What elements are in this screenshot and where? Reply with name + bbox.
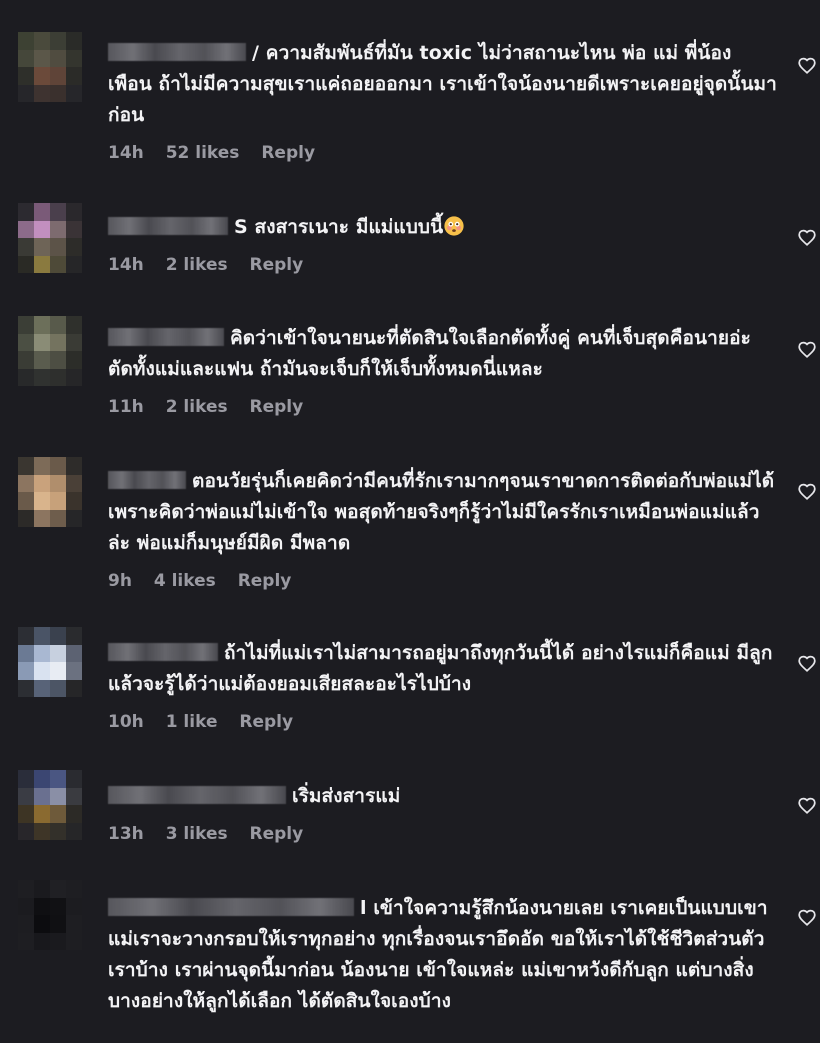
avatar[interactable] (18, 627, 82, 697)
comment-meta: 13h 3 likes Reply (108, 822, 780, 846)
comment-likes[interactable]: 2 likes (166, 255, 228, 275)
heart-outline-icon[interactable] (796, 480, 818, 502)
reply-button[interactable]: Reply (239, 712, 293, 732)
comment-text: ถ้าไม่ที่แม่เราไม่สามารถอยู่มาถึงทุกวันน… (108, 642, 773, 695)
comment-meta: 9h 4 likes Reply (108, 569, 780, 593)
username[interactable] (108, 471, 186, 489)
heart-outline-icon[interactable] (796, 226, 818, 248)
comment-time: 11h (108, 397, 144, 417)
comment-meta: 10h 1 like Reply (108, 710, 780, 734)
comment-meta: 14h 52 likes Reply (108, 141, 780, 165)
username[interactable] (108, 43, 246, 61)
comment-likes[interactable]: 2 likes (166, 397, 228, 417)
heart-outline-icon[interactable] (796, 54, 818, 76)
comment-likes[interactable]: 52 likes (166, 143, 240, 163)
reply-button[interactable]: Reply (261, 143, 315, 163)
comment-time: 14h (108, 143, 144, 163)
reply-button[interactable]: Reply (238, 571, 292, 591)
comment-time: 9h (108, 571, 132, 591)
comment-time: 13h (108, 824, 144, 844)
username[interactable] (108, 217, 228, 235)
username[interactable] (108, 786, 286, 804)
comment-text: / ความสัมพันธ์ที่มัน toxic ไม่ว่าสถานะไห… (108, 42, 777, 126)
username[interactable] (108, 328, 224, 346)
comment-time: 14h (108, 255, 144, 275)
comment-meta: 11h 2 likes Reply (108, 395, 780, 419)
reply-button[interactable]: Reply (250, 397, 304, 417)
heart-outline-icon[interactable] (796, 338, 818, 360)
avatar[interactable] (18, 457, 82, 527)
comment-likes[interactable]: 4 likes (154, 571, 216, 591)
heart-outline-icon[interactable] (796, 794, 818, 816)
heart-outline-icon[interactable] (796, 906, 818, 928)
comment-time: 10h (108, 712, 144, 732)
comment-text: เริ่มส่งสารแม่ (108, 781, 780, 812)
avatar[interactable] (18, 32, 82, 102)
reply-button[interactable]: Reply (250, 824, 304, 844)
avatar[interactable] (18, 770, 82, 840)
comment-meta: 14h 2 likes Reply (108, 253, 780, 277)
comment-text: l เข้าใจความรู้สึกน้องนายเลย เราเคยเป็นแ… (108, 897, 768, 1012)
comment-text: S สงสารเนาะ มีแม่แบบนี้ (108, 212, 780, 243)
avatar[interactable] (18, 203, 82, 273)
comment-likes[interactable]: 1 like (166, 712, 218, 732)
avatar[interactable] (18, 316, 82, 386)
heart-outline-icon[interactable] (796, 652, 818, 674)
comment-likes[interactable]: 3 likes (166, 824, 228, 844)
username[interactable] (108, 898, 354, 916)
username[interactable] (108, 643, 218, 661)
reply-button[interactable]: Reply (250, 255, 304, 275)
comment-text: คิดว่าเข้าใจนายนะที่ตัดสินใจเลือกตัดทั้ง… (108, 327, 751, 380)
avatar[interactable] (18, 880, 82, 950)
comment-text: ตอนวัยรุ่นก็เคยคิดว่ามีคนที่รักเรามากๆจน… (108, 470, 775, 554)
flushed-face-emoji (444, 216, 464, 236)
